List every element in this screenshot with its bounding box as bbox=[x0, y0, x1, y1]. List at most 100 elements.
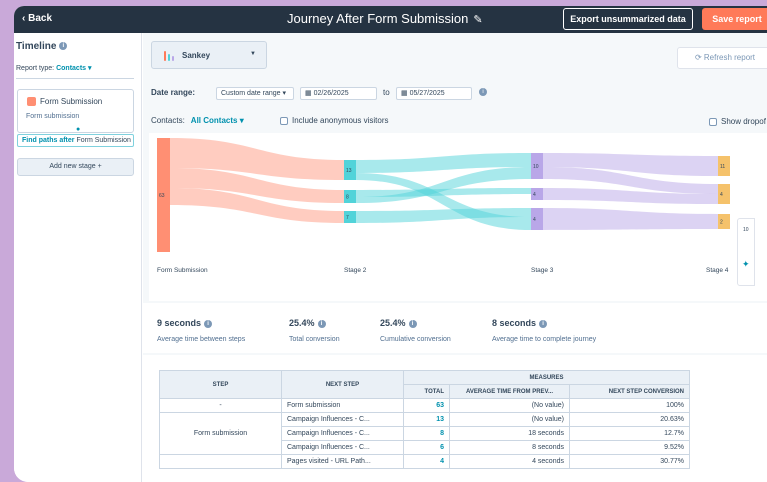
find-paths-button[interactable]: Find paths after Form Submission bbox=[17, 134, 134, 147]
cell-next-step: Campaign Influences - C... bbox=[281, 412, 404, 427]
contacts-dropdown[interactable]: All Contacts ▾ bbox=[191, 116, 244, 125]
table-row: Pages visited - URL Path... 4 4 seconds … bbox=[159, 454, 690, 469]
stat-avg-time-journey: 8 seconds i Average time to complete journ… bbox=[492, 318, 596, 343]
back-button[interactable]: ‹ Back bbox=[22, 13, 52, 24]
contacts-filter: Contacts: All Contacts ▾ bbox=[151, 116, 244, 125]
start-date-value: 02/26/2025 bbox=[313, 90, 349, 97]
column-header-step[interactable]: STEP bbox=[159, 370, 282, 399]
journey-table: STEP NEXT STEP MEASURES TOTAL AVERAGE TI… bbox=[159, 370, 690, 469]
checkbox-icon bbox=[280, 116, 288, 125]
sankey-node-value: 7 bbox=[346, 215, 349, 221]
show-dropoff-label: Show dropof bbox=[721, 117, 766, 126]
column-header-total[interactable]: TOTAL bbox=[403, 384, 450, 399]
end-date-input[interactable]: ▦ 05/27/2025 bbox=[396, 87, 472, 100]
timeline-sidebar: Timeline i Report type: Contacts ▾ Form S… bbox=[14, 33, 142, 482]
cell-total-link[interactable]: 63 bbox=[403, 398, 450, 413]
find-paths-bold: Find paths after bbox=[22, 137, 75, 144]
cell-total-link[interactable]: 8 bbox=[403, 426, 450, 441]
show-dropoff-checkbox[interactable]: Show dropof bbox=[709, 117, 766, 126]
pencil-icon[interactable]: ✎ bbox=[473, 14, 482, 26]
chart-type-label: Sankey bbox=[182, 51, 211, 60]
end-date-value: 05/27/2025 bbox=[409, 90, 445, 97]
info-icon[interactable]: i bbox=[408, 319, 417, 328]
cell-total-link[interactable]: 4 bbox=[403, 454, 450, 469]
sankey-stage-label: Form Submission bbox=[157, 267, 208, 274]
floating-side-widget[interactable]: 10 ✦ bbox=[737, 218, 755, 286]
stat-total-conversion: 25.4% i Total conversion bbox=[289, 318, 340, 343]
sankey-stage-label: Stage 4 bbox=[706, 267, 729, 274]
column-header-next-step[interactable]: NEXT STEP bbox=[281, 370, 404, 399]
stage-subtitle: Form submission bbox=[26, 113, 80, 120]
stat-value: 25.4% bbox=[380, 318, 406, 328]
stage-card[interactable]: Form Submission Form submission ● bbox=[17, 89, 134, 133]
info-icon[interactable]: i bbox=[317, 319, 326, 328]
cell-avg-time: 18 seconds bbox=[449, 426, 570, 441]
save-report-button[interactable]: Save report bbox=[702, 8, 767, 30]
refresh-label: Refresh report bbox=[703, 53, 756, 62]
sankey-stage-label: Stage 3 bbox=[531, 267, 554, 274]
report-title[interactable]: Journey After Form Submission ✎ bbox=[287, 11, 483, 26]
stage-name: Form Submission bbox=[40, 97, 103, 106]
cell-next-step: Form submission bbox=[281, 398, 404, 413]
sankey-node-value: 11 bbox=[720, 164, 725, 170]
info-icon[interactable]: i bbox=[479, 88, 487, 96]
table-card: STEP NEXT STEP MEASURES TOTAL AVERAGE TI… bbox=[143, 355, 767, 482]
table-row: Form submission Campaign Influences - C.… bbox=[159, 412, 690, 455]
column-header-measures: MEASURES bbox=[403, 370, 690, 385]
stats-row: 9 seconds i Average time between steps 25.… bbox=[143, 303, 767, 353]
sankey-link bbox=[543, 208, 718, 230]
cell-conversion: 20.63% bbox=[569, 412, 690, 427]
contacts-value: All Contacts bbox=[190, 116, 238, 125]
stat-value: 9 seconds bbox=[157, 318, 202, 328]
date-range-dropdown[interactable]: Custom date range ▾ bbox=[216, 87, 294, 100]
sankey-node-value: 4 bbox=[720, 192, 723, 198]
cell-conversion: 30.77% bbox=[569, 454, 690, 469]
top-bar: ‹ Back Journey After Form Submission ✎ Ex… bbox=[14, 6, 767, 33]
cell-next-step: Pages visited - URL Path... bbox=[281, 454, 404, 469]
info-icon[interactable]: i bbox=[539, 319, 548, 328]
date-range-value: Custom date range bbox=[221, 90, 281, 97]
cell-total-link[interactable]: 13 bbox=[403, 412, 450, 427]
report-type: Report type: Contacts ▾ bbox=[16, 64, 92, 72]
chart-type-icon bbox=[164, 51, 174, 61]
app-window: ‹ Back Journey After Form Submission ✎ Ex… bbox=[14, 6, 767, 482]
export-button[interactable]: Export unsummarized data bbox=[563, 8, 693, 30]
sankey-stage-label: Stage 2 bbox=[344, 267, 367, 274]
stat-avg-time-steps: 9 seconds i Average time between steps bbox=[157, 318, 245, 343]
find-paths-rest: Form Submission bbox=[76, 137, 131, 144]
cell-next-step: Campaign Influences - C... bbox=[281, 426, 404, 441]
stat-label: Average time between steps bbox=[157, 336, 246, 343]
side-widget-text: 10 bbox=[743, 227, 749, 233]
report-type-dropdown[interactable]: Contacts ▾ bbox=[56, 65, 91, 72]
stat-label: Average time to complete journey bbox=[492, 336, 597, 343]
cell-avg-time: (No value) bbox=[449, 398, 570, 413]
sankey-node-value: 4 bbox=[533, 192, 536, 198]
info-icon[interactable]: i bbox=[204, 319, 213, 328]
date-range-label-text: Date range: bbox=[151, 88, 196, 97]
refresh-report-button[interactable]: ⟳ Refresh report bbox=[677, 47, 767, 69]
stat-label: Cumulative conversion bbox=[380, 336, 451, 343]
cell-avg-time: 4 seconds bbox=[449, 454, 570, 469]
sparkle-icon: ✦ bbox=[742, 259, 750, 269]
report-type-value: Contacts bbox=[56, 65, 87, 72]
cell-step: - bbox=[159, 398, 282, 413]
info-icon[interactable]: i bbox=[59, 42, 68, 51]
add-stage-button[interactable]: Add new stage + bbox=[17, 158, 134, 176]
column-header-avg-time[interactable]: AVERAGE TIME FROM PREV... bbox=[449, 384, 570, 399]
refresh-icon: ⟳ bbox=[694, 53, 702, 62]
chart-type-dropdown[interactable]: Sankey ▼ bbox=[151, 41, 267, 69]
cell-avg-time: 8 seconds bbox=[449, 440, 570, 455]
sankey-node-value: 8 bbox=[346, 195, 349, 201]
anonymous-checkbox[interactable]: Include anonymous visitors bbox=[280, 116, 389, 125]
stat-label: Total conversion bbox=[289, 336, 340, 343]
stat-value: 25.4% bbox=[289, 318, 315, 328]
sankey-chart: 63 13 8 7 10 4 4 11 4 2 Form Submission Stage 2 Stag… bbox=[157, 138, 730, 274]
start-date-input[interactable]: ▦ 02/26/2025 bbox=[300, 87, 377, 100]
date-range-label: Date range: bbox=[151, 88, 195, 97]
cell-total-link[interactable]: 6 bbox=[403, 440, 450, 455]
main-panel: Sankey ▼ ⟳ Refresh report Date range: Cu… bbox=[143, 33, 767, 482]
chevron-down-icon: ▼ bbox=[250, 51, 256, 57]
column-header-conversion[interactable]: NEXT STEP CONVERSION bbox=[569, 384, 690, 399]
sankey-node-value: 13 bbox=[346, 168, 352, 174]
connector-dot-icon: ● bbox=[76, 126, 81, 133]
